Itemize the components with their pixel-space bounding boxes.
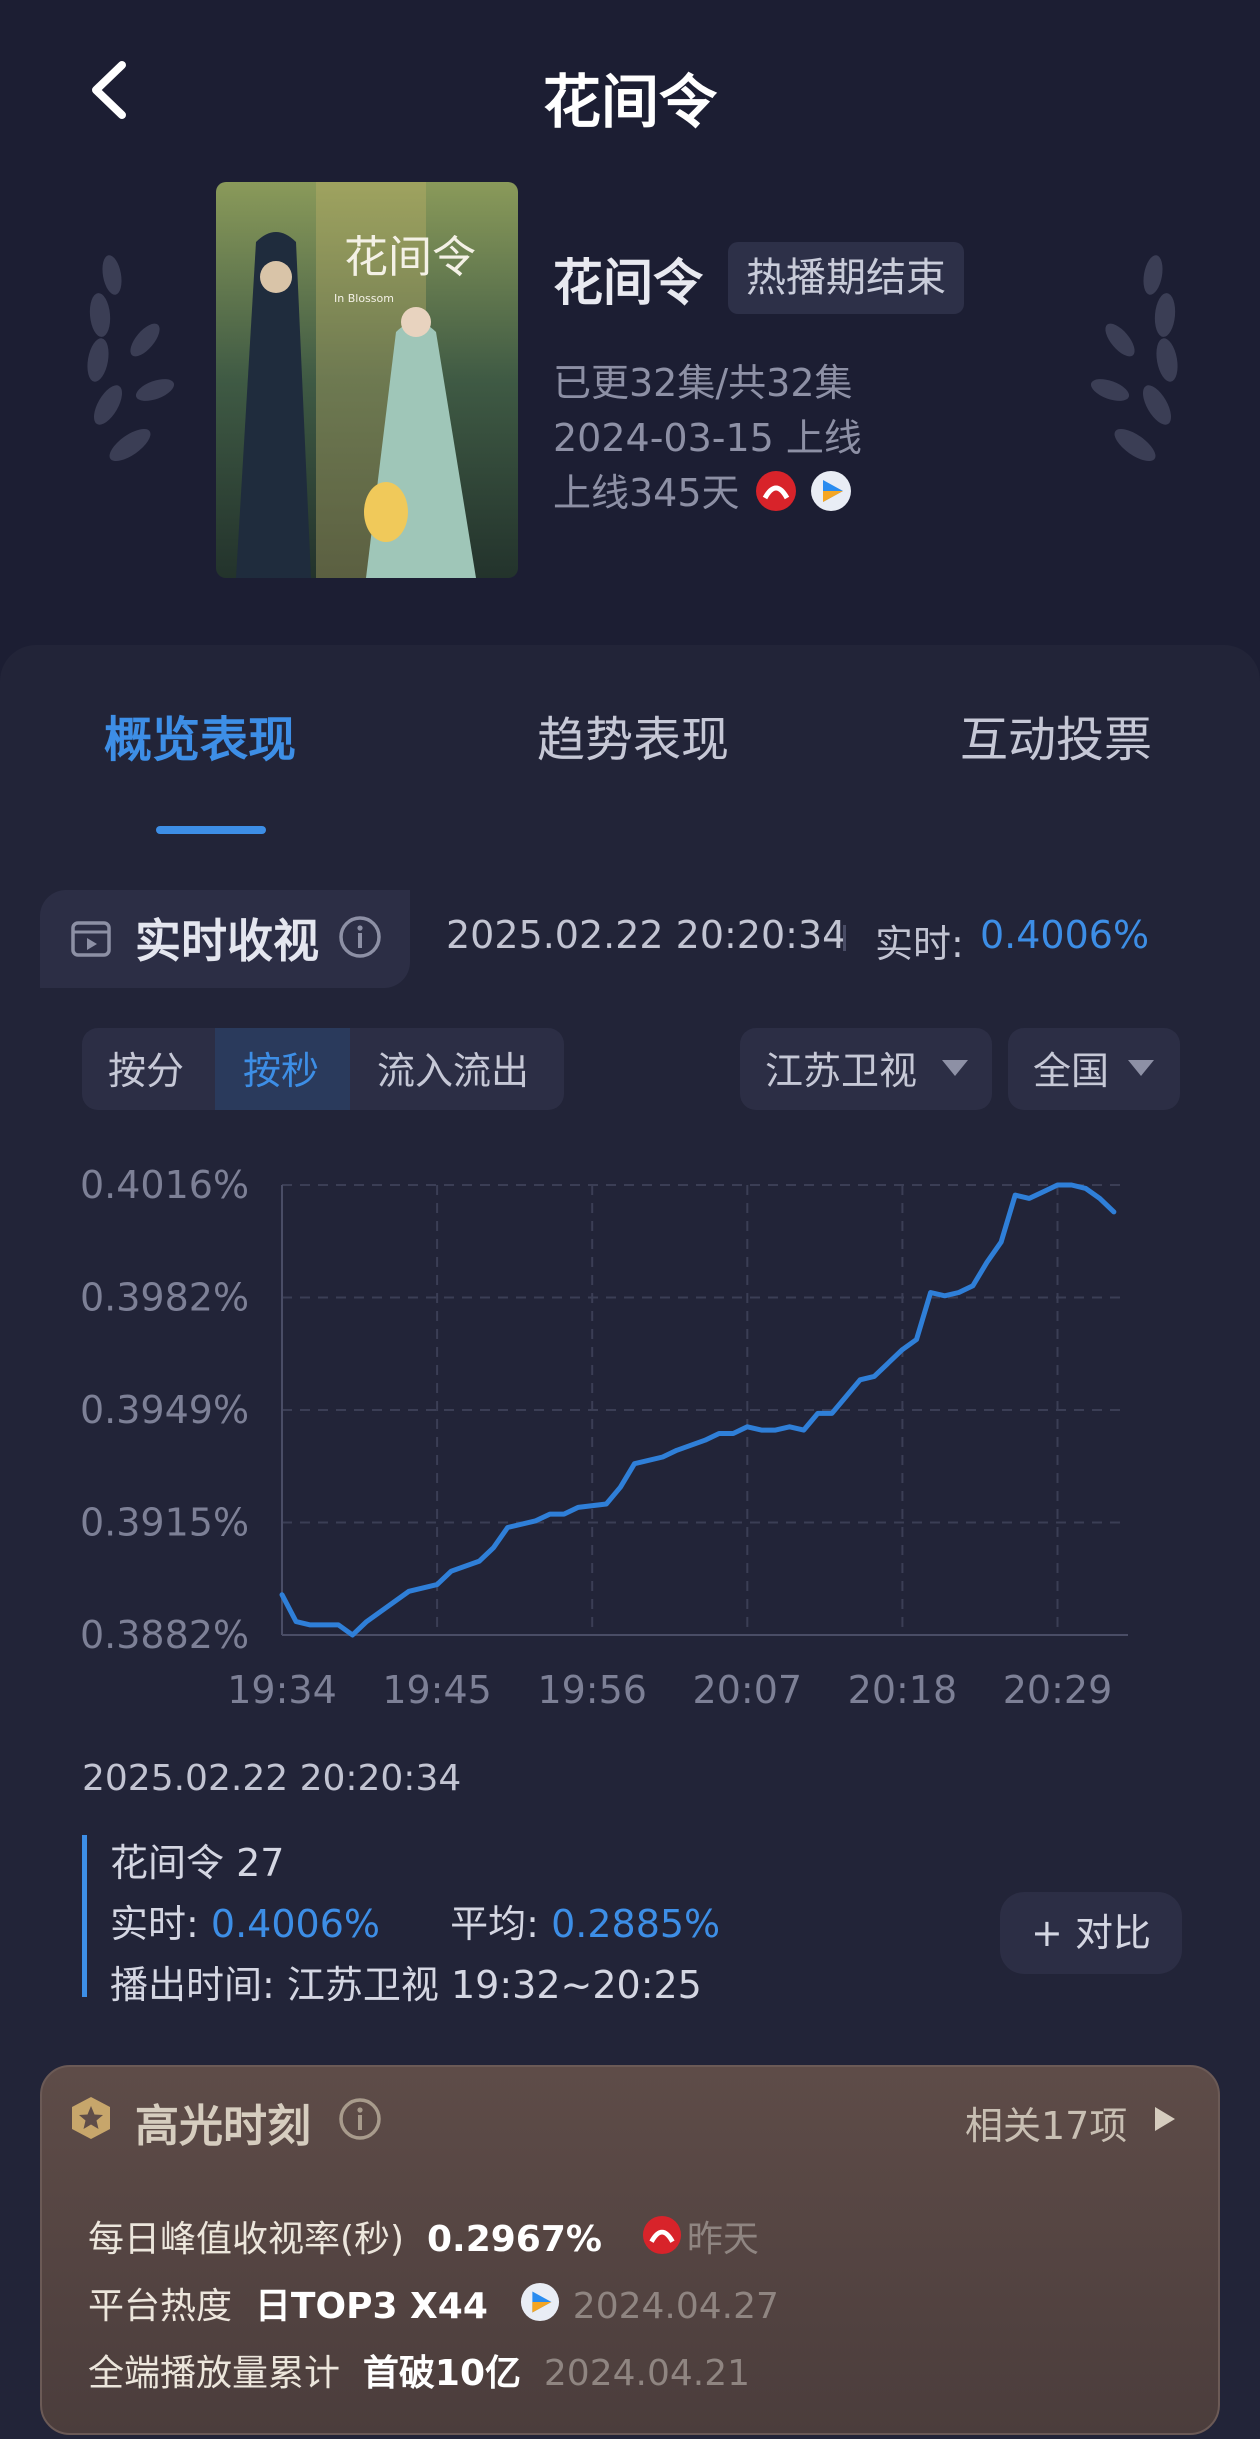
highlight-row[interactable]: 平台热度 日TOP3 X44 2024.04.27 xyxy=(88,2277,779,2329)
detail-airtime-value: 江苏卫视 19:32~20:25 xyxy=(286,1963,702,2007)
tab-vote[interactable]: 互动投票 xyxy=(960,700,1152,770)
x-tick-label: 19:34 xyxy=(227,1668,337,1712)
detail-accent-bar xyxy=(82,1835,87,1997)
tab-indicator xyxy=(156,826,266,834)
highlight-value: 0.2967% xyxy=(426,2219,602,2260)
y-tick-label: 0.4016% xyxy=(80,1163,249,1207)
play-arrow-icon[interactable] xyxy=(1152,2104,1178,2134)
detail-airtime-line: 播出时间: 江苏卫视 19:32~20:25 xyxy=(110,1954,702,2009)
red-platform-icon xyxy=(642,2215,682,2255)
segment-by-minute[interactable]: 按分 xyxy=(108,1040,184,1095)
star-badge-icon xyxy=(72,2097,110,2139)
realtime-timestamp: 2025.02.22 20:20:34 xyxy=(446,913,847,957)
status-badge: 热播期结束 xyxy=(728,242,964,314)
detail-average-value: 0.2885% xyxy=(551,1902,721,1946)
chevron-down-icon xyxy=(942,1060,968,1076)
region-dropdown-label: 全国 xyxy=(1033,1049,1110,1093)
launch-date: 2024-03-15 上线 xyxy=(553,416,862,460)
y-tick-label: 0.3949% xyxy=(80,1388,249,1432)
blue-platform-icon xyxy=(520,2282,560,2322)
segment-by-second[interactable]: 按秒 xyxy=(243,1040,319,1095)
show-name: 花间令 xyxy=(553,254,703,312)
info-icon[interactable] xyxy=(338,915,382,959)
highlight-value: 首破10亿 xyxy=(362,2353,522,2394)
poster-subtitle: In Blossom xyxy=(334,292,394,305)
highlight-date: 昨天 xyxy=(686,2219,759,2260)
highlight-value: 日TOP3 X44 xyxy=(254,2286,488,2327)
detail-realtime-label: 实时: xyxy=(110,1902,199,1946)
highlight-label: 全端播放量累计 xyxy=(88,2353,341,2394)
highlight-label: 每日峰值收视率(秒) xyxy=(88,2219,405,2260)
detail-rating-line: 实时: 0.4006% 平均: 0.2885% xyxy=(110,1893,720,1948)
episode-count: 已更32集/共32集 xyxy=(553,361,853,405)
highlight-row[interactable]: 全端播放量累计 首破10亿 2024.04.21 xyxy=(88,2344,750,2396)
highlight-date: 2024.04.21 xyxy=(543,2353,751,2394)
top-bar: 花间令 xyxy=(0,0,1260,180)
detail-timestamp: 2025.02.22 20:20:34 xyxy=(82,1758,462,1799)
x-tick-label: 20:29 xyxy=(1003,1668,1113,1712)
segment-flow[interactable]: 流入流出 xyxy=(377,1040,529,1095)
days-online: 上线345天 xyxy=(553,471,740,515)
tab-trend[interactable]: 趋势表现 xyxy=(537,700,729,770)
highlight-date: 2024.04.27 xyxy=(572,2286,779,2327)
blue-platform-icon xyxy=(811,471,851,511)
x-tick-label: 19:56 xyxy=(537,1668,647,1712)
highlight-label: 平台热度 xyxy=(88,2286,233,2327)
y-tick-label: 0.3982% xyxy=(80,1276,249,1320)
channel-dropdown-label: 江苏卫视 xyxy=(765,1049,918,1093)
info-icon[interactable] xyxy=(338,2097,382,2141)
page-title: 花间令 xyxy=(542,68,717,136)
laurel-right-icon xyxy=(1090,255,1178,462)
chevron-down-icon xyxy=(1128,1060,1154,1076)
x-tick-label: 20:07 xyxy=(693,1668,803,1712)
realtime-label: 实时: xyxy=(875,922,964,966)
x-tick-label: 20:18 xyxy=(848,1668,958,1712)
realtime-title: 实时收视 xyxy=(135,914,319,968)
laurel-left-icon xyxy=(87,255,175,462)
red-platform-icon xyxy=(756,471,796,511)
detail-airtime-label: 播出时间: xyxy=(110,1963,275,2007)
x-tick-label: 19:45 xyxy=(382,1668,492,1712)
detail-episode: 花间令 27 xyxy=(110,1841,285,1885)
detail-average-label: 平均: xyxy=(450,1902,539,1946)
show-poster[interactable]: 花间令 In Blossom xyxy=(216,182,518,578)
tv-icon xyxy=(71,921,111,957)
realtime-value: 0.4006% xyxy=(980,913,1150,957)
tab-overview[interactable]: 概览表现 xyxy=(104,700,296,770)
highlights-related-link[interactable]: 相关17项 xyxy=(965,2095,1127,2150)
poster-title: 花间令 xyxy=(344,232,476,283)
highlights-title: 高光时刻 xyxy=(135,2101,311,2152)
y-tick-label: 0.3915% xyxy=(80,1501,249,1545)
detail-realtime-value: 0.4006% xyxy=(210,1902,380,1946)
y-tick-label: 0.3882% xyxy=(80,1613,249,1657)
realtime-rating-chart[interactable]: 0.4016% 0.3982% 0.3949% 0.3915% 0.3882% 19:34… xyxy=(0,1140,1260,1720)
compare-button[interactable]: + 对比 xyxy=(1000,1892,1182,1974)
divider xyxy=(843,925,846,951)
